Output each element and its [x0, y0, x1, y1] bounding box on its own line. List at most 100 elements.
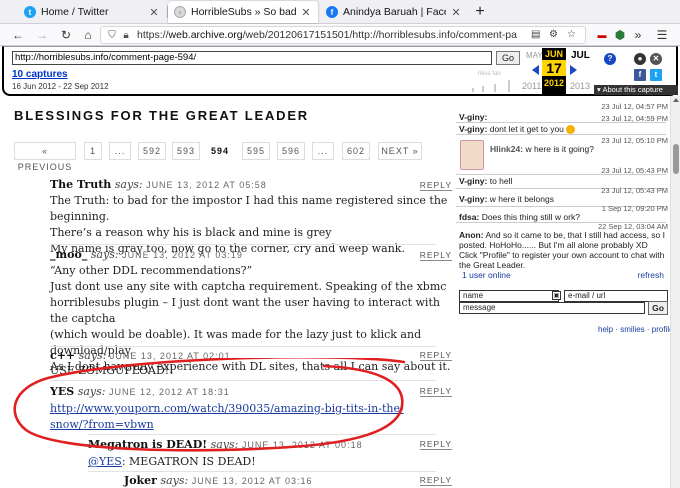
tab-twitter[interactable]: t Home / Twitter ✕ [18, 2, 166, 22]
shout-author[interactable]: V-giny: [459, 112, 487, 122]
home-icon[interactable]: ⌂ [80, 27, 96, 43]
comment-author[interactable]: Megatron is DEAD! [88, 438, 207, 451]
comment-date[interactable]: JUNE 13, 2012 AT 03:19 [122, 250, 243, 260]
pager-page[interactable]: 593 [172, 142, 200, 160]
close-icon[interactable]: ✕ [300, 6, 312, 19]
user-icon[interactable]: ● [634, 53, 646, 65]
shout-text: Does this thing still w ork? [481, 212, 580, 222]
comment-header: _moo_ says: JUNE 13, 2012 AT 03:19 [50, 248, 243, 261]
capture-sparkline[interactable]: rless fan [464, 66, 526, 92]
comment-date[interactable]: JUNE 13, 2012 AT 03:16 [192, 476, 313, 486]
nav-bar: ← → ↻ ⌂ ⛉ 🔒︎ https://web.archive.org/web… [0, 24, 680, 46]
shout-name-input[interactable]: name [459, 290, 559, 302]
twitter-share-icon[interactable]: t [650, 69, 662, 81]
next-year[interactable]: 2013 [570, 81, 590, 91]
prev-capture-arrow[interactable] [532, 65, 539, 75]
facebook-share-icon[interactable]: f [634, 69, 646, 81]
comment-link[interactable]: snow/?from=vbwn [50, 418, 154, 431]
comment-author[interactable]: YES [50, 385, 74, 398]
reply-button[interactable]: REPLY [419, 475, 452, 486]
comment-header: Joker says: JUNE 13, 2012 AT 03:16 [124, 474, 312, 487]
back-icon[interactable]: ← [10, 27, 26, 43]
reply-button[interactable]: REPLY [419, 350, 452, 361]
close-icon[interactable]: ✕ [650, 53, 662, 65]
mention-link[interactable]: @YES [88, 455, 122, 468]
comment-link[interactable]: http://www.youporn.com/watch/390035/amaz… [50, 402, 404, 415]
close-icon[interactable]: ✕ [450, 6, 462, 19]
reply-button[interactable]: REPLY [419, 439, 452, 450]
page-scrollbar[interactable] [670, 96, 680, 488]
shoutbox-links[interactable]: help · smilies · profile [598, 325, 674, 334]
url-bar[interactable]: ⛉ 🔒︎ https://web.archive.org/web/2012061… [100, 26, 586, 44]
scroll-up-arrow-icon[interactable] [673, 98, 679, 102]
comment-line: “Any other DDL recommendations?” [50, 264, 253, 277]
shout-author[interactable]: Hlink24: [490, 144, 523, 154]
wayback-go-button[interactable]: Go [496, 51, 520, 65]
extension-icon[interactable]: ▬ [594, 27, 610, 43]
shield-icon[interactable]: ⛉ [105, 30, 119, 41]
comment-line: The Truth: to bad for the impostor I had… [50, 194, 448, 223]
shout-message-input[interactable]: message [459, 302, 645, 314]
reply-button[interactable]: REPLY [419, 180, 452, 191]
menu-icon[interactable]: ☰ [654, 27, 670, 43]
shout-author[interactable]: V-giny: [459, 176, 487, 186]
shout-author[interactable]: V-giny: [459, 194, 487, 204]
tab-horriblesubs[interactable]: ◦ HorribleSubs » So bad yet so go ✕ [168, 1, 318, 23]
shout-author[interactable]: V-giny: [459, 124, 487, 134]
comment-date[interactable]: JUNE 12, 2012 AT 18:31 [109, 387, 230, 397]
prev-year[interactable]: 2011 [522, 81, 541, 91]
refresh-link[interactable]: refresh [638, 270, 664, 280]
shout-text: And so it came to be, that I still had a… [459, 230, 665, 250]
current-year: 2012 [543, 78, 565, 88]
comment-author[interactable]: _moo_ [50, 248, 87, 261]
reader-icon[interactable]: ▤ [531, 29, 540, 40]
forward-icon[interactable]: → [34, 27, 50, 43]
pager-previous[interactable]: « PREVIOUS [14, 142, 76, 172]
reload-icon[interactable]: ↻ [58, 27, 74, 43]
shout-text: to hell [489, 176, 513, 186]
reply-button[interactable]: REPLY [419, 386, 452, 397]
url-text[interactable]: https://web.archive.org/web/201206171515… [137, 29, 517, 41]
comment-date[interactable]: JUNE 13, 2012 AT 05:58 [146, 180, 267, 190]
captures-link[interactable]: 10 captures [12, 69, 68, 80]
wayback-url-input[interactable]: http://horriblesubs.info/comment-page-59… [12, 51, 492, 65]
comment-author[interactable]: c++ [50, 349, 75, 362]
pager-page[interactable]: 1 [84, 142, 102, 160]
bookmark-star-icon[interactable]: ☆ [567, 29, 576, 40]
help-icon[interactable]: ? [604, 53, 616, 65]
svg-text:rless fan: rless fan [478, 71, 501, 77]
online-users-link[interactable]: 1 user online [462, 270, 511, 280]
permissions-icon[interactable]: ⚙ [549, 29, 558, 40]
comment-date[interactable]: JUNE 13, 2012 AT 00:18 [242, 440, 363, 450]
shout-go-button[interactable]: Go [648, 301, 668, 315]
scrollbar-thumb[interactable] [673, 144, 679, 174]
new-tab-button[interactable]: + [472, 3, 488, 21]
overflow-icon[interactable]: » [630, 27, 646, 43]
page-title: BLESSINGS FOR THE GREAT LEADER [14, 108, 309, 123]
about-capture-button[interactable]: ▾ About this capture [594, 85, 678, 95]
pager-page[interactable]: 596 [277, 142, 305, 160]
vpn-icon[interactable]: ⬢ [612, 27, 628, 43]
pager-next[interactable]: NEXT » [378, 142, 422, 160]
pager-page[interactable]: 592 [138, 142, 166, 160]
comment-date[interactable]: JUNE 13, 2012 AT 02:01 [110, 351, 231, 361]
comment-line: USE ZOMGUPLOAD!! [50, 364, 174, 377]
lock-icon[interactable]: 🔒︎ [119, 30, 133, 41]
wayback-toolbar: http://horriblesubs.info/comment-page-59… [2, 46, 678, 96]
next-capture-arrow[interactable] [570, 65, 577, 75]
close-icon[interactable]: ✕ [148, 6, 160, 19]
divider [88, 434, 436, 435]
pager-page[interactable]: 602 [342, 142, 370, 160]
comment-author[interactable]: Joker [124, 474, 157, 487]
comment-author[interactable]: The Truth [50, 178, 111, 191]
reply-button[interactable]: REPLY [419, 250, 452, 261]
pager-page[interactable]: 595 [242, 142, 270, 160]
shout-author[interactable]: Anon: [459, 230, 484, 240]
tab-facebook[interactable]: f Anindya Baruah | Facebook ✕ [320, 2, 468, 22]
shout-author[interactable]: fdsa: [459, 212, 479, 222]
facebook-icon: f [326, 6, 338, 18]
prev-month[interactable]: MAY [526, 51, 543, 60]
name-lock-icon[interactable]: ▣ [552, 291, 561, 300]
next-month[interactable]: JUL [571, 50, 590, 61]
divider [50, 244, 436, 245]
